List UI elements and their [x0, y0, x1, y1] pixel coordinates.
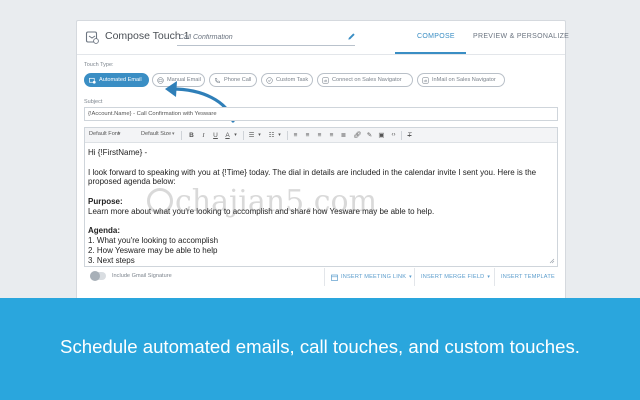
- editor-footer: Include Gmail Signature INSERT MEETING L…: [84, 268, 558, 286]
- watermark-logo-icon: [147, 188, 173, 214]
- toggle-knob: [90, 271, 100, 281]
- insert-meeting-link-label: INSERT MEETING LINK: [341, 274, 407, 280]
- touch-type-label: Touch Type:: [84, 62, 114, 68]
- tab-compose[interactable]: COMPOSE: [417, 33, 455, 40]
- clear-format-icon[interactable]: T: [405, 131, 414, 140]
- align-left-icon[interactable]: ≡: [291, 131, 300, 140]
- toolbar-divider: [287, 131, 288, 140]
- subject-label: Subject: [84, 99, 103, 105]
- pill-label: Manual Email: [167, 77, 201, 83]
- insert-meeting-link-button[interactable]: INSERT MEETING LINK ▾: [324, 268, 412, 286]
- bold-button[interactable]: B: [187, 131, 196, 140]
- font-select[interactable]: Default Font: [89, 131, 119, 137]
- agenda-heading: Agenda:: [88, 226, 120, 236]
- linkedin-icon: [322, 76, 329, 84]
- check-icon: [266, 76, 273, 84]
- active-tab-indicator: [395, 52, 466, 54]
- toolbar-divider: [243, 131, 244, 140]
- promo-banner-text: Schedule automated emails, call touches,…: [60, 336, 580, 357]
- gmail-signature-toggle[interactable]: [90, 271, 106, 281]
- purpose-heading: Purpose:: [88, 196, 123, 206]
- touch-name-input[interactable]: [177, 29, 355, 46]
- underline-button[interactable]: U: [211, 131, 220, 140]
- subject-input[interactable]: [84, 107, 558, 121]
- pill-label: InMail on Sales Navigator: [432, 77, 496, 83]
- mail-icon: [157, 76, 164, 84]
- italic-button[interactable]: I: [199, 131, 208, 140]
- insert-template-label: INSERT TEMPLATE: [501, 274, 555, 280]
- promo-banner: Schedule automated emails, call touches,…: [0, 298, 640, 400]
- insert-merge-field-button[interactable]: INSERT MERGE FIELD ▾: [414, 268, 490, 286]
- agenda-item: 2. How Yesware may be able to help: [88, 245, 218, 255]
- align-right-icon[interactable]: ≡: [303, 131, 312, 140]
- touch-type-automated-email[interactable]: Automated Email: [84, 73, 149, 87]
- gear-mail-icon: [89, 77, 96, 84]
- calendar-icon: [331, 274, 338, 281]
- align-justify-icon[interactable]: ≡: [327, 131, 336, 140]
- pill-label: Custom Task: [276, 77, 309, 83]
- editor-toolbar: Default Font ▾ Default Size ▾ B I U A ▾ …: [85, 128, 557, 143]
- agenda-item: 3. Next steps: [88, 255, 135, 265]
- size-select-caret-icon[interactable]: ▾: [172, 131, 175, 137]
- font-select-caret-icon[interactable]: ▾: [118, 131, 121, 137]
- size-select[interactable]: Default Size: [141, 131, 171, 137]
- gmail-signature-label: Include Gmail Signature: [112, 273, 172, 279]
- unordered-list-caret-icon[interactable]: ▾: [275, 131, 284, 140]
- touch-type-phone-call[interactable]: Phone Call: [209, 73, 257, 87]
- align-center-icon[interactable]: ≡: [315, 131, 324, 140]
- compose-card: Compose Touch 1 COMPOSE PREVIEW & PERSON…: [76, 20, 569, 302]
- attachment-icon[interactable]: ✎: [365, 131, 374, 140]
- agenda-item: 1. What you're looking to accomplish: [88, 236, 219, 246]
- touch-type-manual-email[interactable]: Manual Email: [152, 73, 205, 87]
- image-icon[interactable]: ▣: [377, 131, 386, 140]
- pill-label: Connect on Sales Navigator: [332, 77, 402, 83]
- compose-touch-icon: [85, 31, 99, 44]
- pencil-icon[interactable]: [347, 32, 356, 41]
- insert-merge-field-label: INSERT MERGE FIELD: [421, 274, 485, 280]
- link-icon[interactable]: 🔗︎: [353, 131, 362, 140]
- email-greeting: Hi {!FirstName} -: [88, 148, 148, 157]
- toolbar-divider: [401, 131, 402, 140]
- toolbar-divider: [181, 131, 182, 140]
- email-intro: I look forward to speaking with you at {…: [88, 167, 539, 187]
- pill-label: Automated Email: [99, 77, 142, 83]
- pill-label: Phone Call: [224, 77, 252, 83]
- font-color-caret-icon[interactable]: ▾: [231, 131, 240, 140]
- tab-preview-personalize[interactable]: PREVIEW & PERSONALIZE: [473, 33, 569, 40]
- insert-template-button[interactable]: INSERT TEMPLATE: [494, 268, 555, 286]
- resize-handle-icon[interactable]: [549, 258, 555, 264]
- ordered-list-caret-icon[interactable]: ▾: [255, 131, 264, 140]
- compose-header: Compose Touch 1 COMPOSE PREVIEW & PERSON…: [77, 21, 569, 55]
- phone-icon: [215, 77, 220, 83]
- code-icon[interactable]: ‹›: [389, 131, 398, 140]
- chevron-down-icon: ▾: [487, 274, 491, 280]
- chevron-down-icon: ▾: [409, 274, 412, 280]
- align-full-icon[interactable]: ≣: [339, 131, 348, 140]
- linkedin-icon: [422, 76, 429, 84]
- touch-type-custom-task[interactable]: Custom Task: [261, 73, 313, 87]
- touch-type-connect-sales-navigator[interactable]: Connect on Sales Navigator: [317, 73, 413, 87]
- touch-type-inmail-sales-navigator[interactable]: InMail on Sales Navigator: [417, 73, 505, 87]
